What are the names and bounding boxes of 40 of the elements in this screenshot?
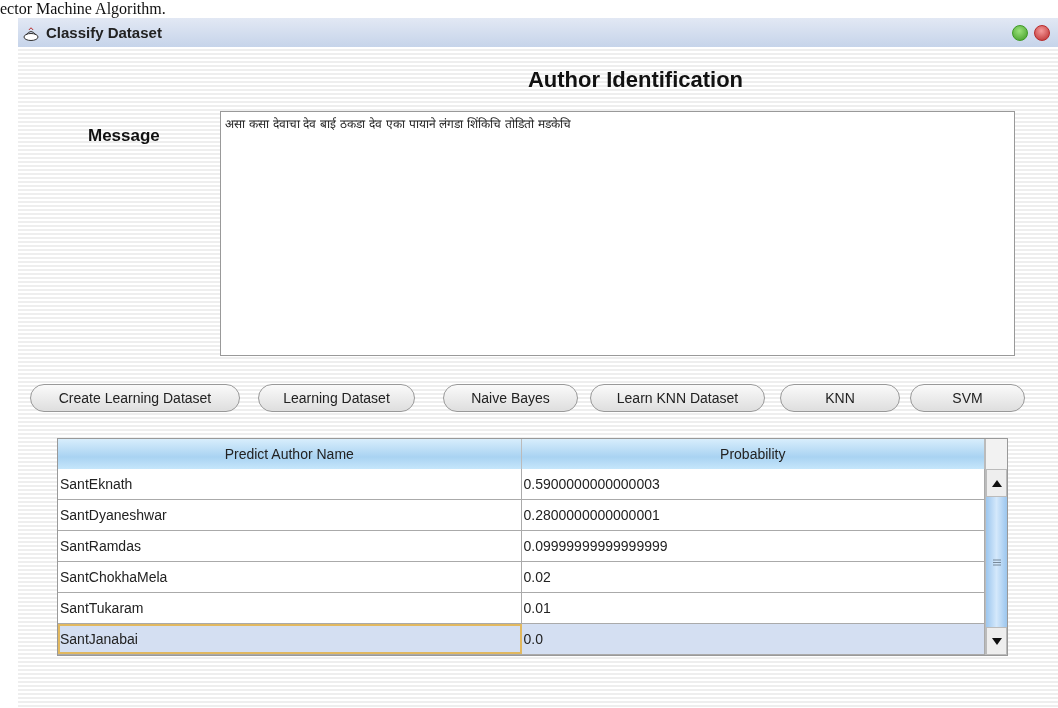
table-cell: SantEknath <box>58 469 522 499</box>
table-row[interactable]: SantChokhaMela 0.02 <box>58 562 985 593</box>
table-cell: SantDyaneshwar <box>58 500 522 530</box>
document-caption: ector Machine Algorithm. <box>0 0 166 18</box>
scroll-down-button[interactable] <box>986 627 1007 655</box>
table-cell: 0.02 <box>521 562 985 592</box>
page-heading: Author Identification <box>527 67 744 93</box>
down-arrow-icon <box>991 637 1002 645</box>
action-button[interactable]: Naive Bayes <box>443 384 578 412</box>
table-cell: SantJanabai <box>58 624 522 654</box>
action-button[interactable]: Learn KNN Dataset <box>590 384 765 412</box>
table-cell: 0.01 <box>521 593 985 623</box>
table-row[interactable]: SantEknath 0.5900000000000003 <box>58 469 985 500</box>
table-cell: 0.5900000000000003 <box>521 469 985 499</box>
message-label: Message <box>87 125 161 147</box>
close-button[interactable] <box>1034 24 1050 41</box>
scroll-up-button[interactable] <box>986 469 1007 497</box>
message-field[interactable]: असा कसा देवाचा देव बाई ठकडा देव एका पायाने लंगडा शिंकिचि तोडितो मडकेचि <box>220 111 1015 356</box>
table-cell: 0.0 <box>521 624 985 654</box>
grip-icon <box>992 558 1001 566</box>
action-button[interactable]: Learning Dataset <box>258 384 415 412</box>
action-button[interactable]: SVM <box>910 384 1025 412</box>
table-row[interactable]: SantDyaneshwar 0.2800000000000001 <box>58 500 985 531</box>
maximize-button[interactable] <box>1012 24 1028 41</box>
table-row[interactable]: SantTukaram 0.01 <box>58 593 985 624</box>
header-corner <box>986 439 1007 469</box>
table-cell: 0.2800000000000001 <box>521 500 985 530</box>
action-button[interactable]: Create Learning Dataset <box>30 384 240 412</box>
table-cell: SantRamdas <box>58 531 522 561</box>
action-button[interactable]: KNN <box>780 384 900 412</box>
table-row[interactable]: SantJanabai 0.0 <box>58 624 985 655</box>
window-title: Classify Dataset <box>46 24 163 41</box>
table-row[interactable]: SantRamdas 0.09999999999999999 <box>58 531 985 562</box>
column-header[interactable]: Probability <box>521 439 985 469</box>
table-cell: 0.09999999999999999 <box>521 531 985 561</box>
table-cell: SantTukaram <box>58 593 522 623</box>
column-header[interactable]: Predict Author Name <box>58 439 522 469</box>
up-arrow-icon <box>991 479 1002 487</box>
table-cell: SantChokhaMela <box>58 562 522 592</box>
scroll-thumb[interactable] <box>986 497 1007 627</box>
